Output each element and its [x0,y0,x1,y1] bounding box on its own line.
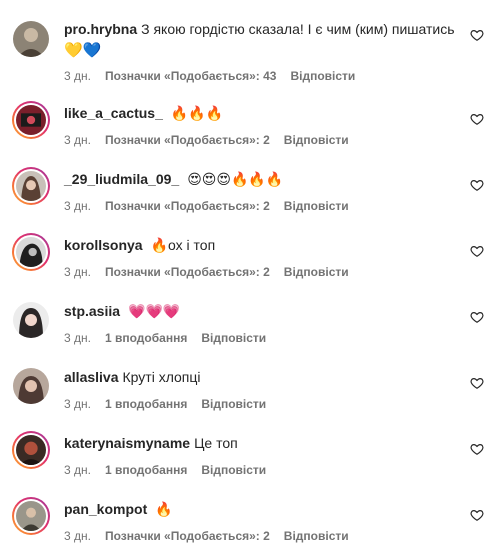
avatar-image [13,368,49,404]
avatar-image [16,171,46,201]
comment-text: 💗💗💗 [128,303,181,319]
comment-text-continued: 💛💙 [64,42,102,59]
username-link[interactable]: _29_liudmila_09_ [64,171,179,187]
avatar-image [13,302,49,338]
comment-body: _29_liudmila_09_ 😍😍😍🔥🔥🔥 3 дн. Позначки «По… [64,167,458,214]
comment-body: stp.asiia 💗💗💗 3 дн. 1 вподобання Відповісти [64,299,458,346]
likes-count-link[interactable]: Позначки «Подобається»: 2 [105,133,270,147]
likes-count-link[interactable]: Позначки «Подобається»: 2 [105,199,270,213]
heart-outline-icon[interactable] [470,112,484,126]
comment-body: pan_kompot 🔥 3 дн. Позначки «Подобається»:… [64,497,458,544]
avatar[interactable] [12,367,50,405]
comment-item: korollsonya 🔥ох і топ 3 дн. Позначки «Подо… [0,233,498,295]
timestamp: 3 дн. [64,529,91,543]
comment-text: Це топ [194,435,238,451]
comment-meta: 3 дн. 1 вподобання Відповісти [64,462,458,478]
comment-meta: 3 дн. 1 вподобання Відповісти [64,396,458,412]
comment-body: korollsonya 🔥ох і топ 3 дн. Позначки «Подо… [64,233,458,280]
comment-text: З якою гордістю сказала! І є чим (ким) п… [141,21,455,37]
timestamp: 3 дн. [64,265,91,279]
username-link[interactable]: katerynaismyname [64,435,190,451]
comment-line: _29_liudmila_09_ 😍😍😍🔥🔥🔥 [64,170,458,188]
reply-button[interactable]: Відповісти [201,397,266,411]
comment-line: stp.asiia 💗💗💗 [64,302,458,320]
comment-body: pro.hrybna З якою гордістю сказала! І є ч… [64,20,458,84]
heart-outline-icon[interactable] [470,376,484,390]
username-link[interactable]: pro.hrybna [64,21,137,37]
heart-outline-icon[interactable] [470,508,484,522]
reply-button[interactable]: Відповісти [201,463,266,477]
avatar-image [16,105,46,135]
timestamp: 3 дн. [64,397,91,411]
likes-count-link[interactable]: Позначки «Подобається»: 2 [105,265,270,279]
comment-item: allasliva Круті хлопці 3 дн. 1 вподобання В… [0,365,498,427]
username-link[interactable]: allasliva [64,369,119,385]
comment-meta: 3 дн. 1 вподобання Відповісти [64,330,458,346]
avatar-story-ring[interactable] [12,101,50,139]
comment-line: like_a_cactus_ 🔥🔥🔥 [64,104,458,122]
timestamp: 3 дн. [64,463,91,477]
likes-count-link[interactable]: 1 вподобання [105,463,187,477]
comment-line: allasliva Круті хлопці [64,368,458,386]
heart-outline-icon[interactable] [470,442,484,456]
comment-text: 🔥🔥🔥 [170,105,224,121]
heart-outline-icon[interactable] [470,28,484,42]
timestamp: 3 дн. [64,133,91,147]
comment-text: 🔥 [155,501,173,517]
comment-item: katerynaismyname Це топ 3 дн. 1 вподобання… [0,431,498,493]
reply-button[interactable]: Відповісти [284,199,349,213]
comment-line: pan_kompot 🔥 [64,500,458,518]
avatar-image [16,501,46,531]
comment-item: stp.asiia 💗💗💗 3 дн. 1 вподобання Відповісти [0,299,498,361]
reply-button[interactable]: Відповісти [284,265,349,279]
username-link[interactable]: pan_kompot [64,501,147,517]
username-link[interactable]: korollsonya [64,237,143,253]
comment-list: pro.hrybna З якою гордістю сказала! І є ч… [0,0,498,549]
comment-line: korollsonya 🔥ох і топ [64,236,458,254]
comment-body: like_a_cactus_ 🔥🔥🔥 3 дн. Позначки «Подобає… [64,101,458,148]
avatar-story-ring[interactable] [12,167,50,205]
likes-count-link[interactable]: 1 вподобання [105,331,187,345]
comment-meta: 3 дн. Позначки «Подобається»: 2 Відповісти [64,198,458,214]
avatar-image [16,237,46,267]
comment-item: like_a_cactus_ 🔥🔥🔥 3 дн. Позначки «Подобає… [0,101,498,163]
comment-body: katerynaismyname Це топ 3 дн. 1 вподобання… [64,431,458,478]
likes-count-link[interactable]: 1 вподобання [105,397,187,411]
comment-meta: 3 дн. Позначки «Подобається»: 43 Відповіст… [64,68,458,84]
username-link[interactable]: like_a_cactus_ [64,105,163,121]
timestamp: 3 дн. [64,69,91,83]
comment-meta: 3 дн. Позначки «Подобається»: 2 Відповісти [64,132,458,148]
avatar-image [16,435,46,465]
timestamp: 3 дн. [64,331,91,345]
avatar[interactable] [12,20,50,58]
timestamp: 3 дн. [64,199,91,213]
comment-line: katerynaismyname Це топ [64,434,458,452]
heart-outline-icon[interactable] [470,244,484,258]
heart-outline-icon[interactable] [470,178,484,192]
comment-text: 😍😍😍🔥🔥🔥 [187,171,284,187]
reply-button[interactable]: Відповісти [290,69,355,83]
comment-item: pro.hrybna З якою гордістю сказала! І є ч… [0,20,498,84]
comment-item: pan_kompot 🔥 3 дн. Позначки «Подобається»:… [0,497,498,559]
avatar[interactable] [12,301,50,339]
heart-outline-icon[interactable] [470,310,484,324]
avatar-image [13,21,49,57]
avatar-story-ring[interactable] [12,431,50,469]
reply-button[interactable]: Відповісти [284,133,349,147]
comment-meta: 3 дн. Позначки «Подобається»: 2 Відповісти [64,528,458,544]
comment-item: _29_liudmila_09_ 😍😍😍🔥🔥🔥 3 дн. Позначки «По… [0,167,498,229]
likes-count-link[interactable]: Позначки «Подобається»: 43 [105,69,276,83]
likes-count-link[interactable]: Позначки «Подобається»: 2 [105,529,270,543]
avatar-story-ring[interactable] [12,233,50,271]
comment-body: allasliva Круті хлопці 3 дн. 1 вподобання В… [64,365,458,412]
avatar-story-ring[interactable] [12,497,50,535]
reply-button[interactable]: Відповісти [284,529,349,543]
reply-button[interactable]: Відповісти [201,331,266,345]
comment-meta: 3 дн. Позначки «Подобається»: 2 Відповісти [64,264,458,280]
comment-line: pro.hrybna З якою гордістю сказала! І є ч… [64,20,458,38]
comment-text: 🔥ох і топ [150,237,216,253]
comment-text: Круті хлопці [122,369,201,385]
username-link[interactable]: stp.asiia [64,303,120,319]
